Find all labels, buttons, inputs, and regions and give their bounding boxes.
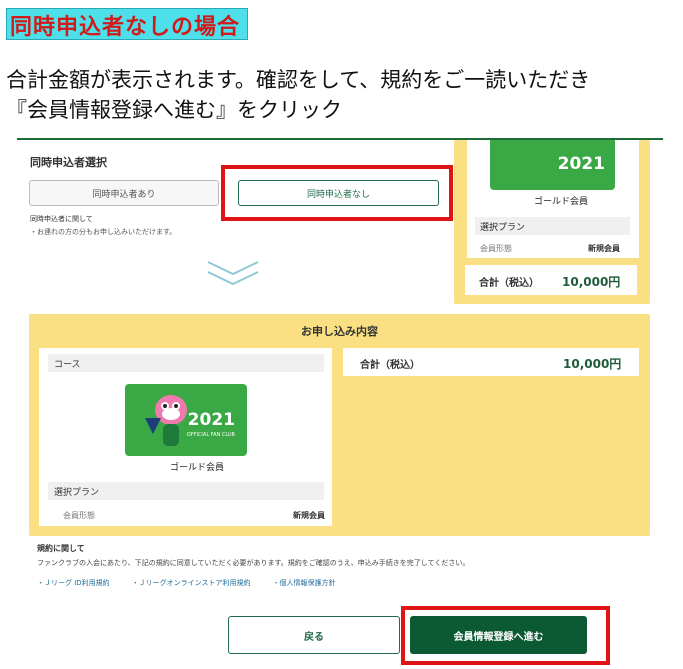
highlight-frame-proceed: [401, 606, 610, 665]
order-member-type-label: 会員形態: [63, 511, 95, 520]
with-companion-button[interactable]: 同時申込者あり: [29, 180, 219, 206]
page-heading: 同時申込者なしの場合: [10, 15, 241, 40]
order-details-panel: お申し込み内容 コース 2021 OFFICIAL FAN CLUB ゴールド会…: [29, 314, 650, 536]
order-plan-label: 選択プラン: [48, 482, 324, 500]
instruction-line-2: 『会員情報登録へ進む』をクリック: [6, 98, 342, 122]
companion-note-title: 同時申込者に関して: [30, 215, 93, 223]
terms-title: 規約に関して: [37, 544, 85, 553]
order-course-box: コース 2021 OFFICIAL FAN CLUB ゴールド会員 選択プラン …: [39, 348, 332, 526]
order-total-value: 10,000円: [563, 357, 622, 371]
order-total-label: 合計（税込）: [360, 360, 420, 371]
card-year: 2021: [557, 154, 605, 174]
order-total: 合計（税込） 10,000円: [343, 348, 639, 376]
order-card-name: ゴールド会員: [170, 463, 225, 473]
terms-body: ファンクラブの入会にあたり、下記の規約に同意していただく必要があります。規約をご…: [37, 559, 470, 567]
back-button[interactable]: 戻る: [228, 616, 400, 654]
terms-links: ・Ｊリーグ ID利用規約 ・Ｊリーグオンラインストア利用規約 ・個人情報保護方針: [37, 578, 336, 588]
online-store-terms-link[interactable]: ・Ｊリーグオンラインストア利用規約: [132, 578, 251, 588]
summary-total-label: 合計（税込）: [479, 278, 539, 289]
summary-total: 合計（税込） 10,000円: [465, 265, 637, 295]
selection-title: 同時申込者選択: [30, 156, 107, 169]
summary-member-type-label: 会員形態: [480, 244, 512, 253]
card-year: 2021: [187, 410, 235, 430]
summary-total-value: 10,000円: [562, 275, 621, 289]
jleague-id-terms-link[interactable]: ・Ｊリーグ ID利用規約: [37, 578, 110, 588]
summary-plan-label: 選択プラン: [475, 217, 630, 235]
card-subtitle: OFFICIAL FAN CLUB: [186, 432, 235, 438]
summary-member-type-value: 新規会員: [588, 244, 620, 253]
membership-card-image: 2021: [490, 140, 615, 190]
instruction-line-1: 合計金額が表示されます。確認をして、規約をご一読いただき: [6, 68, 591, 92]
summary-card-name: ゴールド会員: [534, 197, 589, 207]
membership-card-image: 2021 OFFICIAL FAN CLUB: [125, 384, 247, 456]
privacy-policy-link[interactable]: ・個人情報保護方針: [273, 578, 336, 588]
order-member-type-value: 新規会員: [293, 511, 325, 520]
highlight-frame-without-companion: [221, 165, 453, 221]
chevron-down-icon: [207, 261, 259, 286]
companion-note-body: ・お連れの方の分もお申し込みいただけます。: [30, 228, 177, 236]
course-label: コース: [48, 354, 324, 372]
order-title: お申し込み内容: [301, 325, 378, 338]
